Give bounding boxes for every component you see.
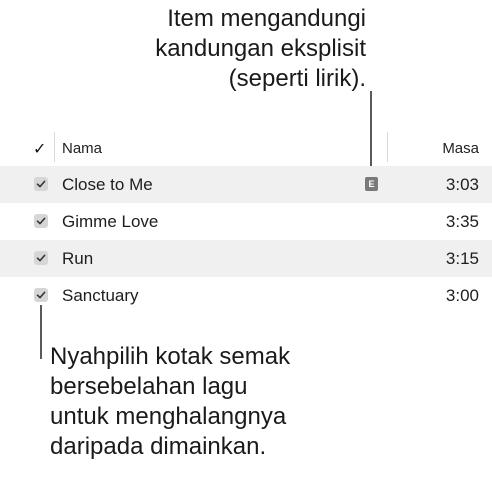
song-duration: 3:03 bbox=[445, 175, 479, 194]
column-separator[interactable] bbox=[54, 132, 55, 162]
explicit-icon: E bbox=[365, 177, 378, 191]
explicit-callout-line-1: Item mengandungi bbox=[167, 5, 366, 32]
uncheck-callout-line-3: untuk menghalangnya bbox=[50, 403, 287, 430]
song-title: Close to Me bbox=[62, 175, 153, 194]
song-title: Run bbox=[62, 249, 94, 268]
checkmark-icon bbox=[36, 180, 46, 188]
explicit-callout: Item mengandungi kandungan eksplisit (se… bbox=[46, 4, 366, 94]
uncheck-callout-line-2: bersebelahan lagu bbox=[50, 373, 248, 400]
song-list-header: ✓ Nama Masa bbox=[0, 130, 492, 166]
song-title: Sanctuary bbox=[62, 286, 139, 305]
song-row[interactable]: Sanctuary 3:00 bbox=[0, 277, 492, 314]
uncheck-callout-line-4: daripada dimainkan. bbox=[50, 433, 267, 460]
song-row[interactable]: Close to Me E 3:03 bbox=[0, 166, 492, 203]
time-column-header[interactable]: Masa bbox=[442, 140, 479, 157]
song-checkbox[interactable] bbox=[34, 288, 48, 302]
checkmark-icon bbox=[36, 291, 46, 299]
song-checkbox[interactable] bbox=[34, 177, 48, 191]
uncheck-callout-line-1: Nyahpilih kotak semak bbox=[50, 343, 291, 370]
checkmark-icon bbox=[36, 217, 46, 225]
explicit-callout-line-3: (seperti lirik). bbox=[228, 65, 366, 92]
song-row[interactable]: Gimme Love 3:35 bbox=[0, 203, 492, 240]
name-column-header[interactable]: Nama bbox=[62, 140, 102, 157]
song-list: ✓ Nama Masa Close to Me E 3:03 Gimme Lov… bbox=[0, 130, 492, 314]
checkmark-icon bbox=[36, 254, 46, 262]
song-title: Gimme Love bbox=[62, 212, 159, 231]
check-column-header[interactable]: ✓ bbox=[33, 139, 49, 158]
uncheck-callout: Nyahpilih kotak semak bersebelahan lagu … bbox=[50, 342, 370, 462]
song-duration: 3:00 bbox=[445, 286, 479, 305]
song-checkbox[interactable] bbox=[34, 251, 48, 265]
song-checkbox[interactable] bbox=[34, 214, 48, 228]
song-row[interactable]: Run 3:15 bbox=[0, 240, 492, 277]
song-duration: 3:15 bbox=[445, 249, 479, 268]
song-duration: 3:35 bbox=[445, 212, 479, 231]
column-separator[interactable] bbox=[387, 132, 388, 162]
uncheck-callout-pointer bbox=[40, 305, 42, 359]
explicit-callout-line-2: kandungan eksplisit bbox=[155, 35, 366, 62]
